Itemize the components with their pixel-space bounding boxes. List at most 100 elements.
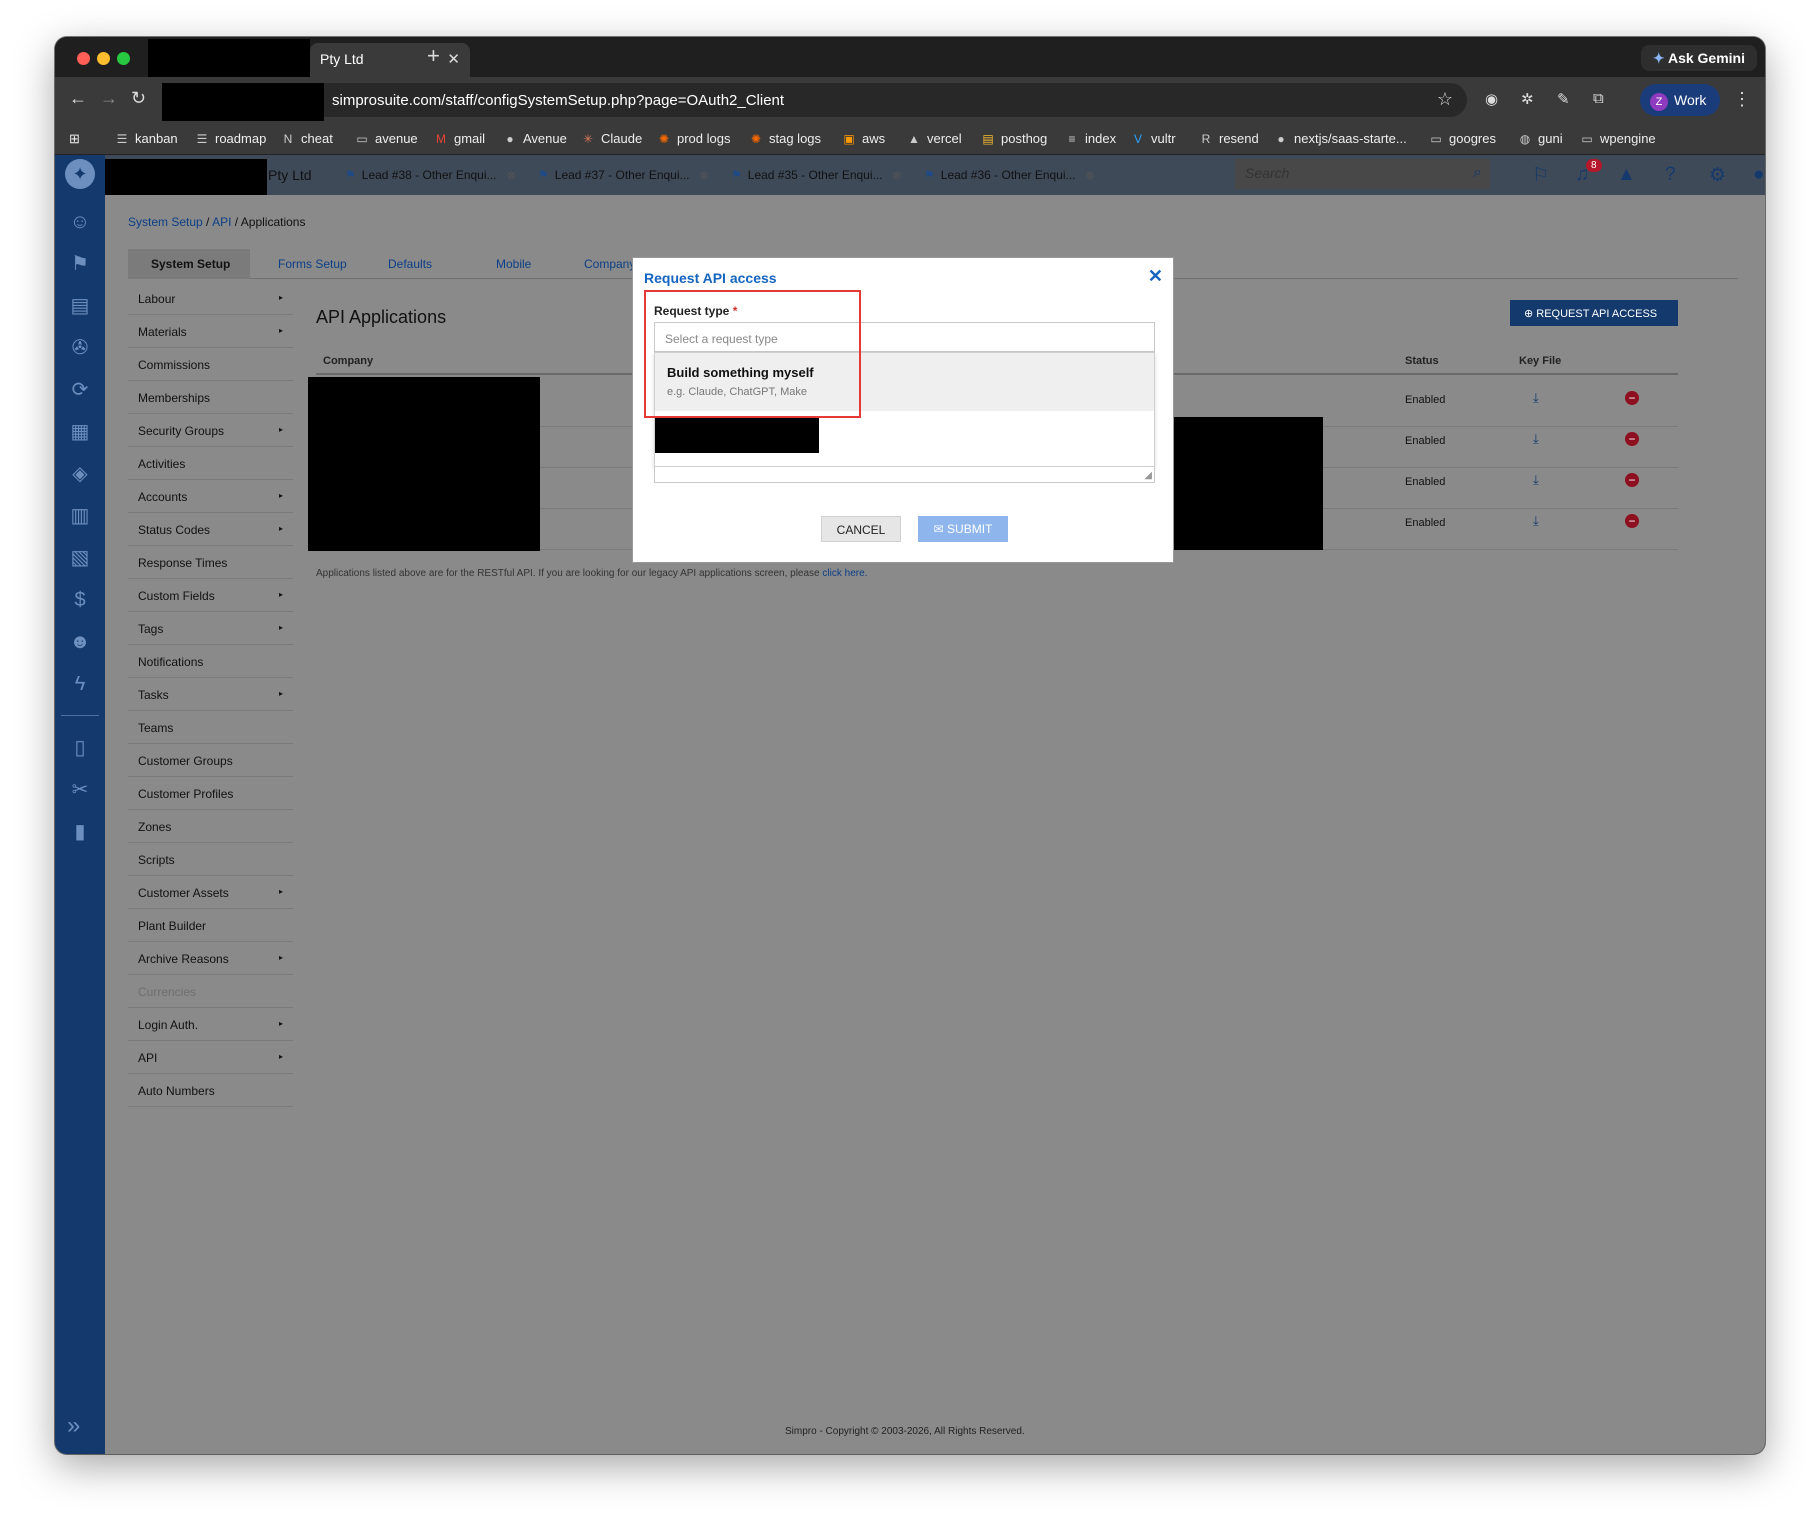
bookmark-prod-logs[interactable]: ✺ prod logs [657, 131, 731, 146]
menu-item[interactable]: Commissions [128, 348, 293, 381]
menu-item[interactable]: Notifications [128, 645, 293, 678]
close-window-button[interactable] [77, 52, 90, 65]
menu-item[interactable]: Materials ▸ [128, 315, 293, 348]
reports-chart-icon[interactable]: ▮ [67, 819, 93, 845]
bookmark-wpengine[interactable]: ▭ wpengine [1580, 131, 1655, 146]
menu-item[interactable]: Plant Builder [128, 909, 293, 942]
help-icon[interactable]: ? [1665, 164, 1676, 186]
menu-item[interactable]: Accounts ▸ [128, 480, 293, 513]
calendar-icon[interactable]: ▦ [67, 419, 93, 445]
remove-icon[interactable]: − [1625, 473, 1639, 487]
bookmark-index[interactable]: ≡ index [1065, 131, 1116, 146]
browser-menu-icon[interactable]: ⋮ [1733, 89, 1751, 110]
people-icon[interactable]: ☺ [67, 209, 93, 235]
download-icon[interactable]: ⤓ [1533, 472, 1539, 488]
request-api-access-button[interactable]: ⊕ REQUEST API ACCESS [1510, 300, 1678, 326]
bookmark-googres[interactable]: ▭ googres [1429, 131, 1496, 146]
bookmark-posthog[interactable]: ▤ posthog [981, 131, 1047, 146]
company-name[interactable]: Pty Ltd [268, 167, 312, 183]
bookmark-roadmap[interactable]: ☰ roadmap [195, 131, 267, 146]
address-bar[interactable]: simprosuite.com/staff/configSystemSetup.… [162, 83, 1467, 121]
close-icon[interactable]: ⊗ [893, 170, 902, 182]
checklist-icon[interactable]: ▧ [67, 545, 93, 571]
bookmark-nextjs[interactable]: ● nextjs/saas-starte... [1274, 131, 1406, 146]
back-arrow-icon[interactable]: ← [69, 88, 87, 109]
dollar-icon[interactable]: $ [67, 587, 93, 613]
quotes-icon[interactable]: ▤ [67, 293, 93, 319]
menu-item[interactable]: Login Auth. ▸ [128, 1008, 293, 1041]
recurring-icon[interactable]: ⟳ [67, 377, 93, 403]
legacy-api-link[interactable]: click here. [822, 568, 867, 579]
breadcrumb-api[interactable]: API [212, 215, 231, 229]
search-input[interactable]: Search ⌕ [1235, 159, 1490, 189]
file-icon[interactable]: ▯ [67, 735, 93, 761]
bookmark-cheat[interactable]: Ncheat [281, 131, 333, 146]
browser-tab-active[interactable]: Pty Ltd ✕ [310, 43, 470, 77]
bookmark-gmail[interactable]: Mgmail [434, 131, 485, 146]
maximize-window-button[interactable] [117, 52, 130, 65]
bookmark-avenue-github[interactable]: ● Avenue [503, 131, 566, 146]
menu-item[interactable]: Currencies [128, 975, 293, 1008]
lead-tab[interactable]: ⚑ Lead #35 - Other Enqui... ⊗ [731, 168, 902, 182]
menu-item[interactable]: Security Groups ▸ [128, 414, 293, 447]
apps-grid-icon[interactable]: ⊞ [69, 131, 80, 147]
tab-system-setup[interactable]: System Setup [128, 249, 250, 279]
submit-button[interactable]: ✉ SUBMIT [918, 516, 1008, 542]
color-picker-icon[interactable]: ✎ [1557, 90, 1570, 108]
download-icon[interactable]: ⤓ [1533, 513, 1539, 529]
menu-item[interactable]: Customer Groups [128, 744, 293, 777]
close-icon[interactable]: ⊗ [700, 170, 709, 182]
download-icon[interactable]: ⤓ [1533, 390, 1539, 406]
bookmark-aws[interactable]: ▣ aws [842, 131, 885, 146]
menu-item[interactable]: Customer Assets ▸ [128, 876, 293, 909]
password-manager-icon[interactable]: ◉ [1485, 90, 1498, 108]
bookmark-vercel[interactable]: ▲ vercel [907, 131, 962, 146]
minimize-window-button[interactable] [97, 52, 110, 65]
bookmark-resend[interactable]: Rresend [1199, 131, 1259, 146]
close-icon[interactable]: ⊗ [1086, 170, 1095, 182]
leads-icon[interactable]: ⚑ [67, 251, 93, 277]
textarea-field[interactable]: ◢ [654, 467, 1155, 483]
tools-icon[interactable]: ✂ [67, 777, 93, 803]
jobs-wrench-icon[interactable]: ✇ [67, 335, 93, 361]
tab-mobile[interactable]: Mobile [496, 257, 531, 271]
menu-item[interactable]: API ▸ [128, 1041, 293, 1074]
new-tab-button[interactable]: + [427, 43, 440, 69]
tab-defaults[interactable]: Defaults [388, 257, 432, 271]
tab-company[interactable]: Company [584, 257, 635, 271]
bookmark-vultr[interactable]: Vvultr [1131, 131, 1176, 146]
cancel-button[interactable]: CANCEL [821, 516, 901, 542]
menu-item[interactable]: Scripts [128, 843, 293, 876]
close-icon[interactable]: ⊗ [507, 170, 516, 182]
menu-item[interactable]: Auto Numbers [128, 1074, 293, 1107]
menu-item[interactable]: Status Codes ▸ [128, 513, 293, 546]
remove-icon[interactable]: − [1625, 432, 1639, 446]
remove-icon[interactable]: − [1625, 514, 1639, 528]
expand-sidebar-icon[interactable]: » [67, 1412, 80, 1440]
lead-tab[interactable]: ⚑ Lead #36 - Other Enqui... ⊗ [924, 168, 1095, 182]
extensions-puzzle-icon[interactable]: ⧉ [1593, 90, 1604, 107]
menu-item[interactable]: Memberships [128, 381, 293, 414]
close-icon[interactable]: ✕ [447, 50, 460, 68]
forward-arrow-icon[interactable]: → [100, 88, 118, 109]
menu-item[interactable]: Tasks ▸ [128, 678, 293, 711]
simpro-logo-icon[interactable]: ✦ [65, 159, 95, 189]
lead-tab[interactable]: ⚑ Lead #38 - Other Enqui... ⊗ [345, 168, 516, 182]
lightning-icon[interactable]: ϟ [67, 671, 93, 697]
bookmark-avenue-folder[interactable]: ▭ avenue [355, 131, 417, 146]
tab-forms-setup[interactable]: Forms Setup [278, 257, 347, 271]
download-icon[interactable]: ⤓ [1533, 431, 1539, 447]
lead-tab[interactable]: ⚑ Lead #37 - Other Enqui... ⊗ [538, 168, 709, 182]
menu-item[interactable]: Activities [128, 447, 293, 480]
smiley-icon[interactable]: ☻ [67, 629, 93, 655]
shapes-icon[interactable]: ▲ [1617, 164, 1636, 186]
bookmark-guni[interactable]: ◍ guni [1518, 131, 1563, 146]
close-icon[interactable]: ✕ [1148, 266, 1163, 287]
bookmark-icon[interactable]: ⚐ [1532, 164, 1549, 187]
resize-grip-icon[interactable]: ◢ [1144, 470, 1152, 481]
remove-icon[interactable]: − [1625, 391, 1639, 405]
menu-item[interactable]: Teams [128, 711, 293, 744]
menu-item[interactable]: Custom Fields ▸ [128, 579, 293, 612]
menu-item[interactable]: Zones [128, 810, 293, 843]
menu-item[interactable]: Customer Profiles [128, 777, 293, 810]
